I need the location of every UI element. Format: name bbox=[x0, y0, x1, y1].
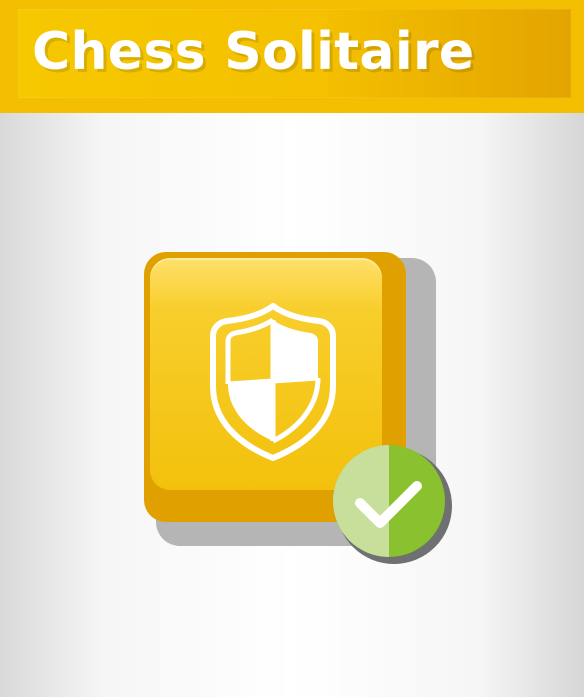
header-bar: Chess Solitaire bbox=[0, 0, 584, 113]
page-title: Chess Solitaire bbox=[32, 22, 475, 82]
app-icon bbox=[144, 252, 456, 568]
check-icon bbox=[333, 445, 452, 564]
shield-icon bbox=[210, 303, 336, 461]
